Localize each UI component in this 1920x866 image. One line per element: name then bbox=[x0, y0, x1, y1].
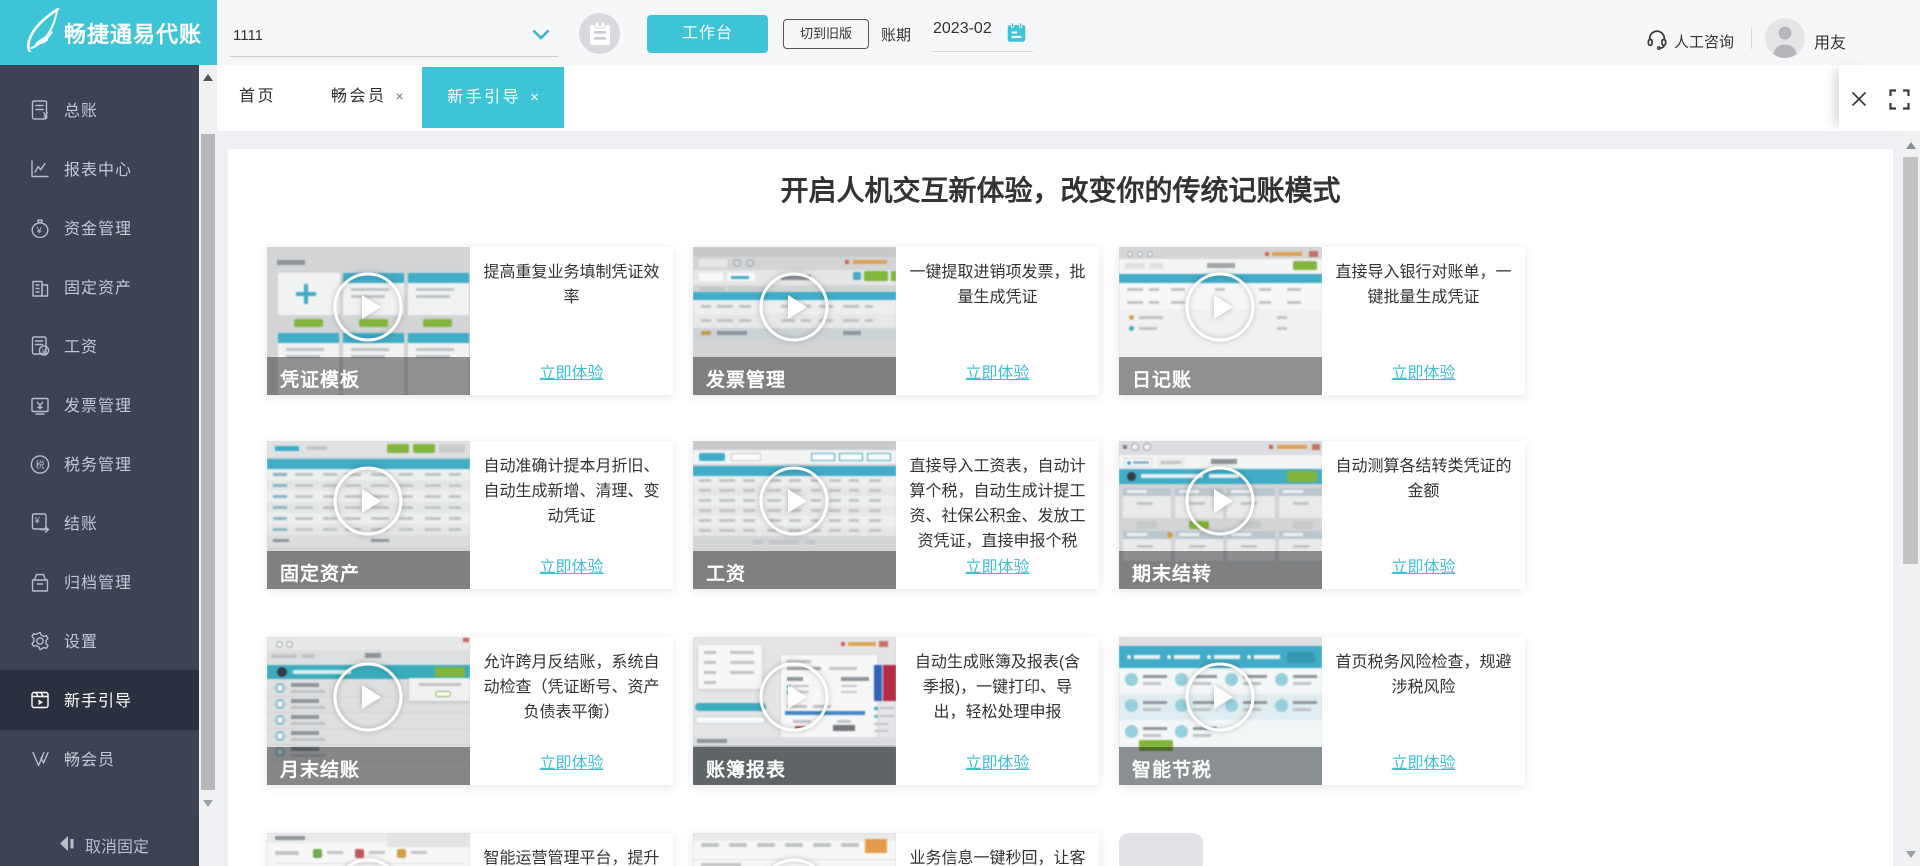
svg-text:税: 税 bbox=[36, 459, 45, 470]
svg-text:¥: ¥ bbox=[43, 111, 48, 121]
svg-text:¥: ¥ bbox=[36, 226, 43, 236]
svg-text:¥: ¥ bbox=[34, 516, 41, 526]
